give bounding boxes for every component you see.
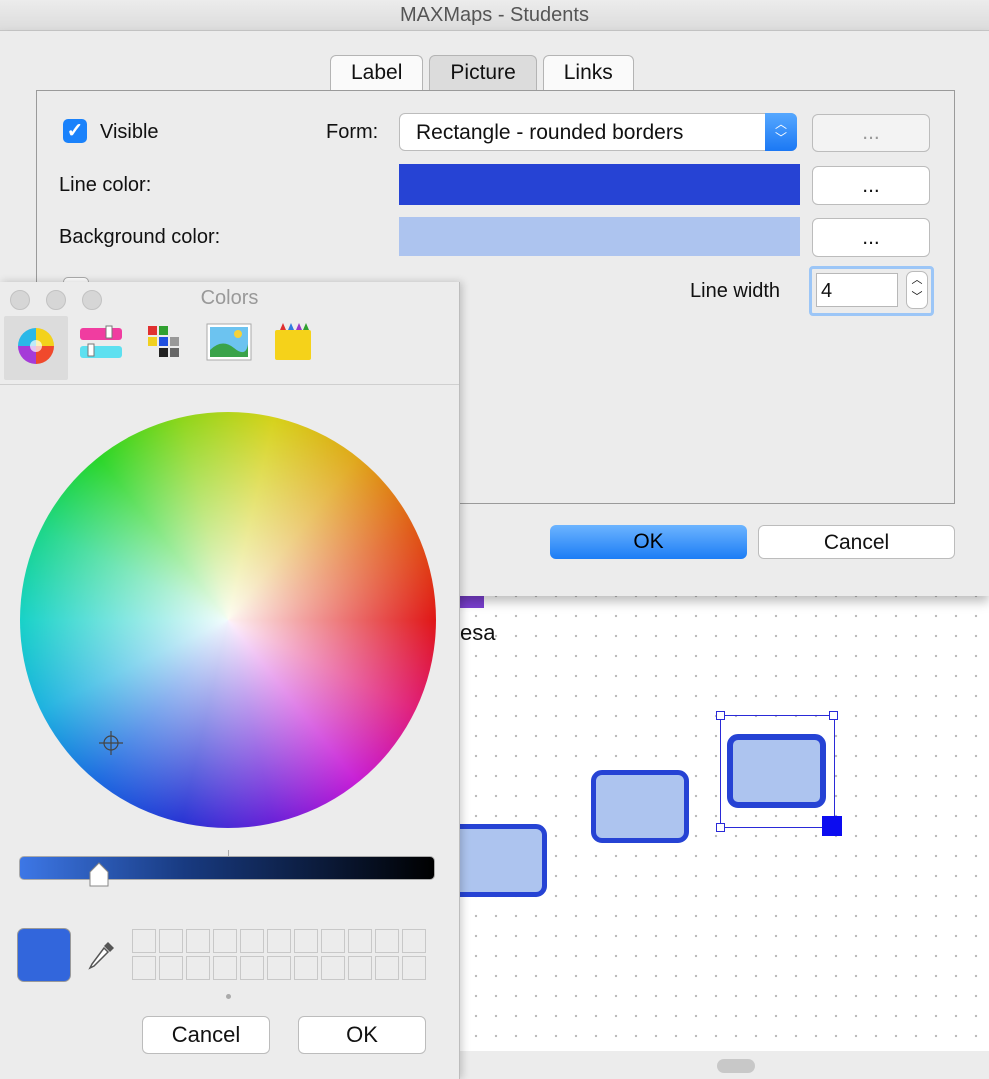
line-color-label: Line color:: [59, 174, 152, 196]
pencils-icon: [275, 323, 311, 360]
color-sliders-mode-button[interactable]: [78, 320, 124, 364]
image-palettes-mode-button[interactable]: [206, 320, 252, 364]
custom-color-swatch[interactable]: [240, 956, 264, 980]
colors-panel: Colors Cancel OK: [0, 282, 460, 1079]
form-select[interactable]: Rectangle - rounded borders ︿ ﹀: [399, 113, 797, 151]
color-picker-crosshair-icon: [99, 731, 123, 755]
color-palettes-icon: [148, 326, 179, 357]
resize-dot: [226, 994, 231, 999]
custom-color-swatch[interactable]: [132, 929, 156, 953]
node-fragment-bar: [460, 596, 484, 608]
color-wheel-mode-button[interactable]: [4, 316, 68, 380]
custom-color-swatch[interactable]: [132, 956, 156, 980]
custom-color-swatch[interactable]: [294, 929, 318, 953]
custom-color-swatch[interactable]: [159, 956, 183, 980]
custom-color-swatch[interactable]: [402, 929, 426, 953]
colors-panel-title: Colors: [200, 287, 259, 309]
tab-label[interactable]: Label: [330, 55, 424, 90]
tab-picture[interactable]: Picture: [429, 55, 537, 90]
tab-links[interactable]: Links: [542, 55, 634, 90]
select-arrows-icon: ︿ ﹀: [765, 113, 797, 151]
line-width-label: Line width: [690, 280, 781, 302]
custom-color-swatch[interactable]: [240, 929, 264, 953]
color-palettes-mode-button[interactable]: [142, 320, 188, 364]
custom-color-swatch[interactable]: [186, 929, 210, 953]
custom-color-swatch[interactable]: [375, 956, 399, 980]
cancel-button[interactable]: Cancel: [758, 525, 955, 559]
rounded-rectangle-node[interactable]: [591, 770, 689, 843]
custom-color-swatch[interactable]: [267, 929, 291, 953]
form-ellipsis-button[interactable]: ...: [812, 114, 930, 152]
custom-color-swatch[interactable]: [159, 929, 183, 953]
custom-color-swatch[interactable]: [321, 929, 345, 953]
line-width-input[interactable]: 4: [816, 273, 898, 307]
image-palettes-icon: [206, 323, 252, 361]
colors-ok-button[interactable]: OK: [298, 1016, 426, 1054]
visible-label: Visible: [100, 121, 159, 143]
eyedropper-icon[interactable]: [86, 938, 118, 974]
custom-color-swatch[interactable]: [348, 929, 372, 953]
line-color-swatch[interactable]: [399, 164, 800, 205]
stepper-arrows-icon[interactable]: ︿ ﹀: [906, 271, 928, 309]
custom-color-swatch[interactable]: [267, 956, 291, 980]
current-color-well[interactable]: [17, 928, 71, 982]
color-sliders-icon: [80, 325, 122, 358]
form-select-value: Rectangle - rounded borders: [416, 121, 684, 144]
color-wheel-icon: [18, 328, 54, 364]
line-width-stepper: 4 ︿ ﹀: [809, 266, 934, 316]
custom-color-swatch[interactable]: [348, 956, 372, 980]
custom-color-swatch[interactable]: [402, 956, 426, 980]
resize-handle[interactable]: [716, 823, 725, 832]
horizontal-scrollbar[interactable]: [717, 1059, 755, 1073]
brightness-slider[interactable]: [19, 856, 435, 880]
custom-color-swatch[interactable]: [213, 929, 237, 953]
window-title: MAXMaps - Students: [0, 0, 989, 31]
custom-color-swatch[interactable]: [213, 956, 237, 980]
background-color-label: Background color:: [59, 226, 221, 248]
background-color-swatch[interactable]: [399, 217, 800, 256]
resize-handle[interactable]: [829, 711, 838, 720]
custom-color-swatch[interactable]: [186, 956, 210, 980]
colors-cancel-button[interactable]: Cancel: [142, 1016, 270, 1054]
custom-color-swatch[interactable]: [321, 956, 345, 980]
tab-bar: Label Picture Links: [330, 55, 634, 90]
color-mode-toolbar: [0, 314, 459, 385]
custom-color-swatch[interactable]: [375, 929, 399, 953]
resize-handle-corner[interactable]: [822, 816, 842, 836]
resize-handle[interactable]: [716, 711, 725, 720]
visible-checkbox[interactable]: ✓: [63, 119, 87, 143]
color-wheel[interactable]: [20, 412, 436, 828]
slider-thumb[interactable]: [88, 862, 110, 888]
pencils-mode-button[interactable]: [270, 320, 316, 364]
node-text-fragment: esa: [460, 620, 496, 645]
background-color-button[interactable]: ...: [812, 218, 930, 257]
custom-color-swatch[interactable]: [294, 956, 318, 980]
selected-rounded-rectangle-node[interactable]: [727, 734, 826, 808]
ok-button[interactable]: OK: [550, 525, 747, 559]
form-label: Form:: [326, 121, 379, 143]
color-swatch-grid: [132, 929, 426, 980]
line-color-button[interactable]: ...: [812, 166, 930, 205]
